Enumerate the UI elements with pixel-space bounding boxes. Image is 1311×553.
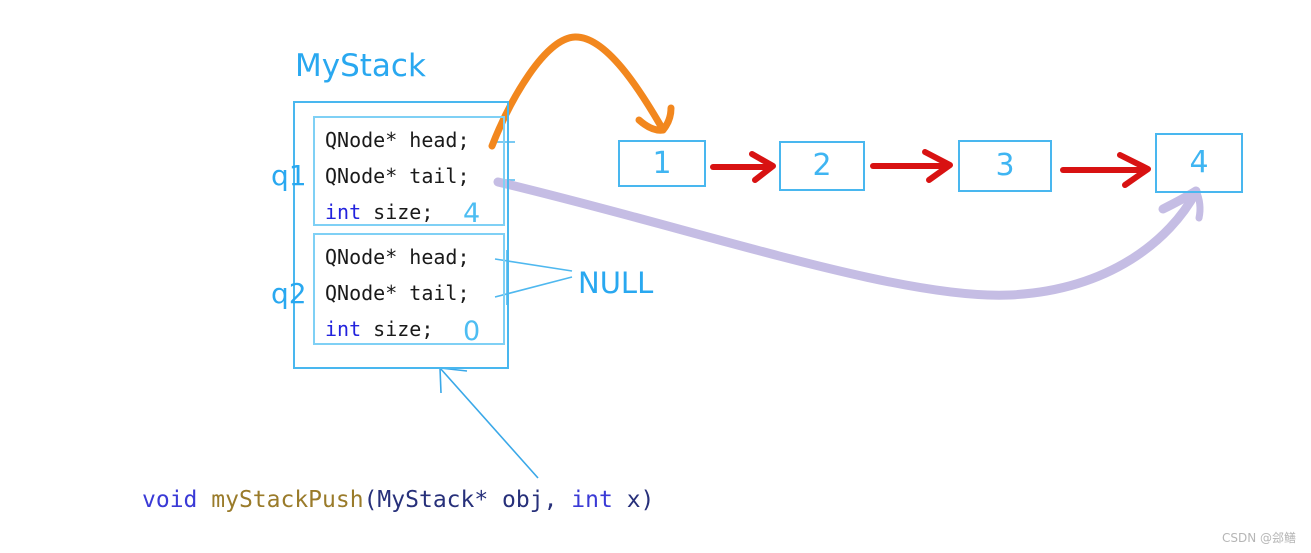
list-node-3: 3	[958, 140, 1052, 192]
q2-field-tail: QNode* tail;	[325, 281, 470, 305]
code-token: int	[571, 487, 613, 513]
q2-field-size-name: size;	[361, 317, 434, 341]
list-link-arrow-3	[1060, 152, 1151, 188]
code-token: myStackPush	[211, 487, 364, 513]
q2-field-size-keyword: int	[325, 317, 362, 341]
code-token: x)	[612, 487, 655, 513]
list-node-value: 2	[812, 147, 832, 183]
list-node-2: 2	[779, 141, 865, 191]
watermark: CSDN @郐鳝	[1222, 531, 1297, 545]
function-signature-code: void myStackPush(MyStack* obj, int x)	[142, 487, 654, 513]
q1-field-size-name: size;	[361, 200, 434, 224]
list-node-value: 1	[652, 145, 672, 181]
q1-label: q1	[271, 159, 307, 192]
q1-field-size: int size;	[325, 194, 470, 230]
code-token: void	[142, 487, 198, 513]
q1-field-list: QNode* head; QNode* tail; int size;	[325, 122, 470, 230]
annotation-strokes-layer	[439, 33, 1204, 479]
list-node-4: 4	[1155, 133, 1243, 193]
list-link-arrow-2	[870, 149, 953, 183]
page-title: MyStack	[295, 48, 426, 84]
q2-field-head: QNode* head;	[325, 245, 470, 269]
q1-field-size-keyword: int	[325, 200, 362, 224]
null-label: NULL	[578, 266, 654, 300]
diagram-canvas: MyStack QNode* head; QNode* tail; int si…	[0, 0, 1311, 553]
code-token: (MyStack* obj,	[363, 487, 572, 513]
q1-field-head: QNode* head;	[325, 128, 470, 152]
q2-field-size: int size;	[325, 311, 470, 347]
head-pointer-arrow	[488, 33, 675, 150]
q1-field-tail: QNode* tail;	[325, 164, 470, 188]
list-node-value: 3	[995, 147, 1015, 183]
q2-size-value: 0	[463, 316, 481, 347]
q1-size-value: 4	[463, 198, 481, 229]
q2-field-list: QNode* head; QNode* tail; int size;	[325, 239, 470, 347]
list-link-arrow-1	[710, 151, 776, 183]
list-node-1: 1	[618, 140, 706, 187]
obj-pointer-arrow	[439, 367, 539, 479]
list-node-value: 4	[1189, 144, 1209, 180]
q2-label: q2	[271, 277, 307, 310]
